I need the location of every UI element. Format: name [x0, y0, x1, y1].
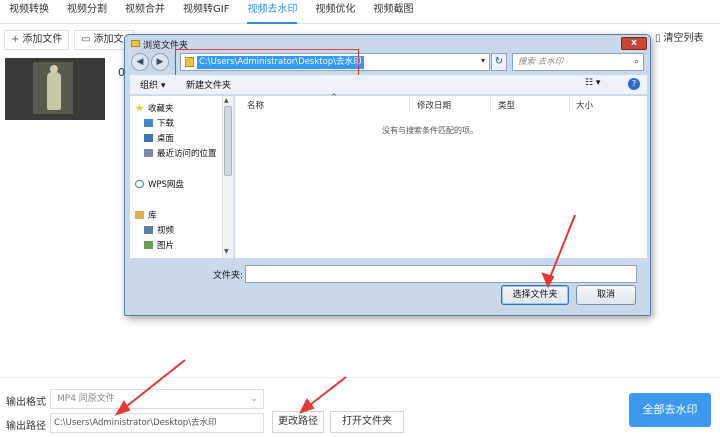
output-format-select[interactable]: MP4 同原文件 ⌄ — [50, 389, 264, 409]
file-list-pane: 名称 ^ 修改日期 类型 大小 没有与搜索条件匹配的项。 — [235, 93, 647, 258]
sort-up-icon: ^ — [331, 93, 337, 101]
help-icon[interactable]: ? — [628, 78, 640, 90]
nav-pictures[interactable]: 图片 — [144, 239, 174, 251]
organize-menu[interactable]: 组织 ▾ — [140, 78, 165, 91]
scrollbar-thumb[interactable] — [224, 106, 232, 176]
forward-button[interactable]: ▶ — [151, 53, 169, 71]
plus-icon: + — [11, 34, 20, 45]
tab-video-optimize[interactable]: 视频优化 — [306, 0, 364, 24]
nav-libraries[interactable]: 库 — [135, 209, 157, 221]
chevron-down-icon: ⌄ — [250, 394, 258, 404]
scroll-up-icon[interactable]: ▲ — [224, 97, 229, 104]
view-options-icon[interactable]: ☷ ▾ — [585, 78, 600, 88]
download-icon — [144, 119, 153, 127]
output-format-value: MP4 同原文件 — [57, 394, 115, 404]
folder-icon — [131, 40, 140, 47]
open-folder-button[interactable]: 打开文件夹 — [330, 411, 404, 433]
folder-name-input[interactable] — [245, 265, 637, 283]
cancel-button[interactable]: 取消 — [576, 285, 636, 305]
scroll-down-icon[interactable]: ▼ — [224, 248, 229, 255]
trash-icon: ▯ — [655, 33, 661, 44]
remove-all-watermark-button[interactable]: 全部去水印 — [629, 393, 711, 427]
search-placeholder: 搜索 去水印 — [518, 57, 564, 67]
tab-video-split[interactable]: 视频分割 — [58, 0, 116, 24]
nav-desktop[interactable]: 桌面 — [144, 132, 174, 144]
tab-video-convert[interactable]: 视频转换 — [0, 0, 58, 24]
nav-wps-cloud[interactable]: WPS网盘 — [135, 178, 184, 190]
cloud-icon — [135, 180, 144, 188]
nav-favorites[interactable]: 收藏夹 — [135, 102, 174, 114]
nav-videos[interactable]: 视频 — [144, 224, 174, 236]
folder-icon: ▭ — [81, 34, 91, 45]
navigation-pane: 收藏夹 下载 桌面 最近访问的位置 WPS网盘 库 视频 图片 ▲ ▼ — [130, 96, 234, 258]
nav-recent[interactable]: 最近访问的位置 — [144, 147, 217, 159]
column-header-size[interactable]: 大小 — [576, 99, 593, 111]
picture-icon — [144, 241, 153, 249]
close-button[interactable]: x — [621, 37, 647, 50]
star-icon — [135, 104, 144, 112]
chevron-down-icon[interactable]: ▾ — [481, 56, 485, 65]
nav-scrollbar[interactable]: ▲ ▼ — [222, 96, 233, 258]
back-button[interactable]: ◀ — [131, 53, 149, 71]
output-format-label: 输出格式 — [6, 397, 46, 408]
clear-list-button[interactable]: ▯ 清空列表 — [653, 30, 706, 50]
add-file-button[interactable]: + 添加文件 — [4, 30, 70, 50]
tab-video-to-gif[interactable]: 视频转GIF — [174, 0, 238, 24]
folder-field-label: 文件夹: — [213, 271, 244, 281]
new-folder-button[interactable]: 新建文件夹 — [186, 78, 231, 91]
library-icon — [135, 211, 144, 219]
empty-message: 没有与搜索条件匹配的项。 — [382, 126, 478, 135]
desktop-icon — [144, 134, 153, 142]
function-tabs: 视频转换 视频分割 视频合并 视频转GIF 视频去水印 视频优化 视频截图 — [0, 0, 720, 24]
nav-downloads[interactable]: 下载 — [144, 117, 174, 129]
column-header-name[interactable]: 名称 — [247, 99, 264, 111]
tab-video-merge[interactable]: 视频合并 — [116, 0, 174, 24]
change-path-button[interactable]: 更改路径 — [272, 411, 324, 433]
select-folder-button[interactable]: 选择文件夹 — [501, 285, 569, 305]
output-path-field[interactable]: C:\Users\Administrator\Desktop\去水印 — [50, 413, 264, 433]
add-folder-label: 添加文 — [93, 34, 124, 45]
search-input[interactable]: 搜索 去水印 ⌕ — [512, 53, 644, 71]
output-path-label: 输出路径 — [6, 421, 46, 432]
highlight-annotation-box — [175, 49, 359, 77]
tab-video-screenshot[interactable]: 视频截图 — [364, 0, 422, 24]
video-icon — [144, 226, 153, 234]
search-icon: ⌕ — [634, 57, 639, 67]
video-thumbnail[interactable] — [5, 58, 105, 120]
column-header-type[interactable]: 类型 — [498, 99, 515, 111]
recent-places-icon — [144, 149, 153, 157]
refresh-button[interactable]: ↻ — [491, 53, 507, 71]
add-file-label: 添加文件 — [22, 34, 63, 45]
column-header-modified[interactable]: 修改日期 — [417, 99, 451, 111]
dialog-toolbar: 组织 ▾ 新建文件夹 ☷ ▾ ? — [130, 75, 647, 95]
clear-list-label: 清空列表 — [663, 33, 704, 44]
tab-video-remove-watermark[interactable]: 视频去水印 — [238, 0, 306, 24]
browse-folder-dialog: 浏览文件夹 x ◀ ▶ C:\Users\Administrator\Deskt… — [124, 34, 651, 316]
